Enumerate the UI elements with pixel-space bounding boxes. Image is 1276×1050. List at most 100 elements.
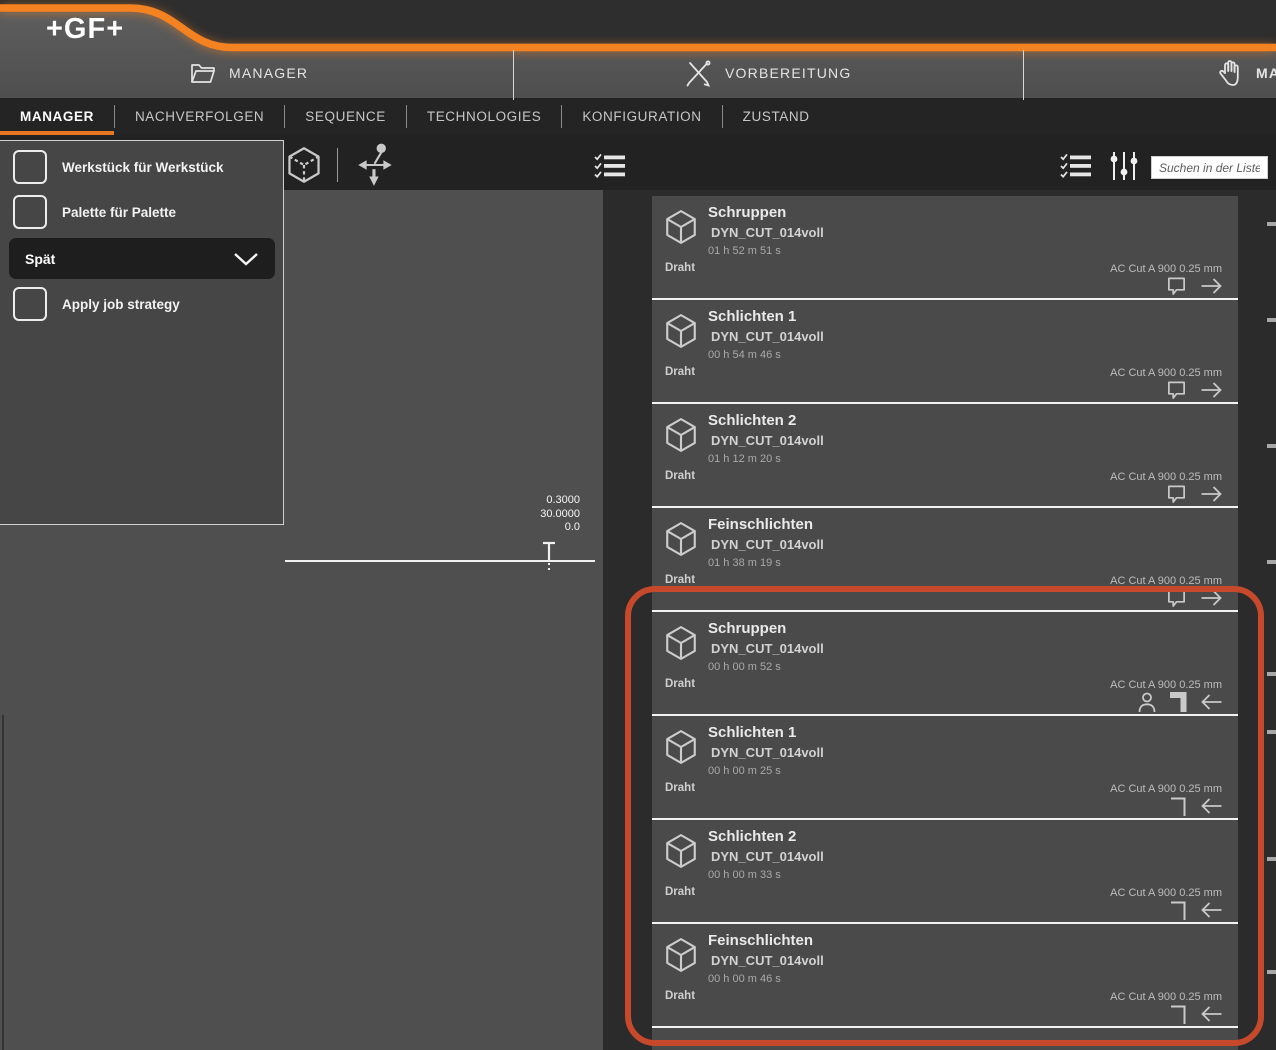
comment-icon[interactable]: [1166, 588, 1187, 608]
job-options-popup: Werkstück für Werkstück Palette für Pale…: [0, 140, 284, 525]
arrow-right-icon[interactable]: [1199, 588, 1224, 608]
job-name: Schlichten 2: [708, 412, 796, 429]
job-row-partial[interactable]: [652, 1028, 1238, 1050]
scrollbar-tick: [1267, 672, 1276, 676]
comment-icon[interactable]: [1166, 276, 1187, 296]
option-row-strategy: Apply job strategy: [13, 287, 180, 321]
tab-bar: MANAGERNACHVERFOLGENSEQUENCETECHNOLOGIES…: [0, 98, 1276, 135]
tab-technologies[interactable]: TECHNOLOGIES: [407, 98, 561, 135]
job-row[interactable]: Schruppen DYN_CUT_014voll 00 h 00 m 52 s…: [652, 612, 1238, 716]
job-duration: 00 h 00 m 25 s: [708, 765, 781, 777]
corner-filled-icon[interactable]: [1169, 691, 1187, 713]
sliders-icon[interactable]: [1110, 151, 1138, 181]
tab-konfiguration[interactable]: KONFIGURATION: [562, 98, 721, 135]
job-row[interactable]: Feinschlichten DYN_CUT_014voll 00 h 00 m…: [652, 924, 1238, 1028]
comment-icon[interactable]: [1166, 484, 1187, 504]
arrow-left-icon[interactable]: [1199, 692, 1224, 712]
job-actions: [1166, 274, 1224, 298]
job-wire-label: Draht: [665, 886, 695, 898]
scrollbar-tick: [1267, 222, 1276, 226]
toolbar-divider: [337, 148, 338, 182]
top-menu-maschine[interactable]: MA: [1219, 50, 1276, 96]
palette-checkbox[interactable]: [13, 195, 47, 229]
workpiece-cube-icon: [665, 417, 697, 453]
job-wire-label: Draht: [665, 366, 695, 378]
arrow-right-icon[interactable]: [1199, 484, 1224, 504]
comment-icon[interactable]: [1166, 380, 1187, 400]
top-menu-manager-label: MANAGER: [229, 65, 308, 81]
job-row[interactable]: Schlichten 2 DYN_CUT_014voll 00 h 00 m 3…: [652, 820, 1238, 924]
hand-icon: [1219, 59, 1243, 87]
strategy-dropdown[interactable]: Spät: [9, 238, 275, 279]
scrollbar[interactable]: [1263, 190, 1276, 1050]
arrow-right-icon[interactable]: [1199, 380, 1224, 400]
job-wire-label: Draht: [665, 678, 695, 690]
job-wire-label: Draht: [665, 782, 695, 794]
job-row[interactable]: Schlichten 1 DYN_CUT_014voll 00 h 54 m 4…: [652, 300, 1238, 404]
job-duration: 00 h 00 m 33 s: [708, 869, 781, 881]
arrow-right-icon[interactable]: [1199, 276, 1224, 296]
option-row-palette: Palette für Palette: [13, 195, 176, 229]
job-duration: 00 h 54 m 46 s: [708, 349, 781, 361]
werkstueck-checkbox[interactable]: [13, 150, 47, 184]
pane-edge: [2, 715, 4, 1050]
tab-nachverfolgen[interactable]: NACHVERFOLGEN: [115, 98, 284, 135]
job-separator: [652, 1026, 1238, 1028]
job-name: Schlichten 2: [708, 828, 796, 845]
workpiece-cube-icon: [665, 729, 697, 765]
scrollbar-tick: [1267, 970, 1276, 974]
job-program: DYN_CUT_014voll: [711, 225, 824, 240]
probe-icon[interactable]: [354, 142, 396, 188]
job-row[interactable]: Schruppen DYN_CUT_014voll 01 h 52 m 51 s…: [652, 196, 1238, 300]
tab-zustand[interactable]: ZUSTAND: [723, 98, 830, 135]
job-program: DYN_CUT_014voll: [711, 953, 824, 968]
corner-outline-icon[interactable]: [1169, 899, 1187, 921]
search-box: [1151, 156, 1268, 179]
werkstueck-label: Werkstück für Werkstück: [62, 160, 224, 175]
menu-divider: [513, 50, 514, 100]
corner-outline-icon[interactable]: [1169, 795, 1187, 817]
corner-outline-icon[interactable]: [1169, 1003, 1187, 1025]
checklist-icon[interactable]: [594, 153, 626, 179]
job-actions: [1169, 1002, 1224, 1026]
workpiece-cube-icon: [665, 313, 697, 349]
person-icon[interactable]: [1137, 692, 1157, 713]
job-row[interactable]: Schlichten 1 DYN_CUT_014voll 00 h 00 m 2…: [652, 716, 1238, 820]
job-row[interactable]: Schlichten 2 DYN_CUT_014voll 01 h 12 m 2…: [652, 404, 1238, 508]
viewport-value: 0.3000: [430, 494, 580, 508]
apply-strategy-checkbox[interactable]: [13, 287, 47, 321]
job-row[interactable]: Feinschlichten DYN_CUT_014voll 01 h 38 m…: [652, 508, 1238, 612]
viewport-values: 0.3000 30.0000 0.0: [430, 494, 580, 535]
top-menu-maschine-label: MA: [1256, 65, 1276, 81]
top-menu-manager[interactable]: MANAGER: [190, 50, 308, 96]
menu-divider: [1023, 50, 1024, 100]
arrow-left-icon[interactable]: [1199, 900, 1224, 920]
search-input[interactable]: [1151, 156, 1268, 179]
pencils-icon: [684, 59, 712, 87]
scrollbar-tick: [1267, 730, 1276, 734]
job-program: DYN_CUT_014voll: [711, 641, 824, 656]
option-row-werkstueck: Werkstück für Werkstück: [13, 150, 224, 184]
tab-sequence[interactable]: SEQUENCE: [285, 98, 406, 135]
cube-icon[interactable]: [287, 146, 321, 184]
wire-icon: [541, 541, 557, 571]
scrollbar-tick: [1267, 318, 1276, 322]
tab-manager[interactable]: MANAGER: [0, 98, 114, 135]
job-program: DYN_CUT_014voll: [711, 537, 824, 552]
top-menu-vorbereitung[interactable]: VORBEREITUNG: [684, 50, 851, 96]
job-program: DYN_CUT_014voll: [711, 329, 824, 344]
table-baseline: [285, 560, 595, 562]
checklist-icon[interactable]: [1060, 153, 1092, 179]
job-duration: 00 h 00 m 52 s: [708, 661, 781, 673]
job-name: Schruppen: [708, 204, 786, 221]
arrow-left-icon[interactable]: [1199, 796, 1224, 816]
job-wire-label: Draht: [665, 262, 695, 274]
scrollbar-tick: [1267, 444, 1276, 448]
job-actions: [1137, 690, 1224, 714]
viewport-value: 30.0000: [430, 508, 580, 522]
strategy-dropdown-value: Spät: [25, 251, 55, 267]
job-program: DYN_CUT_014voll: [711, 433, 824, 448]
job-actions: [1169, 794, 1224, 818]
apply-strategy-label: Apply job strategy: [62, 297, 180, 312]
arrow-left-icon[interactable]: [1199, 1004, 1224, 1024]
